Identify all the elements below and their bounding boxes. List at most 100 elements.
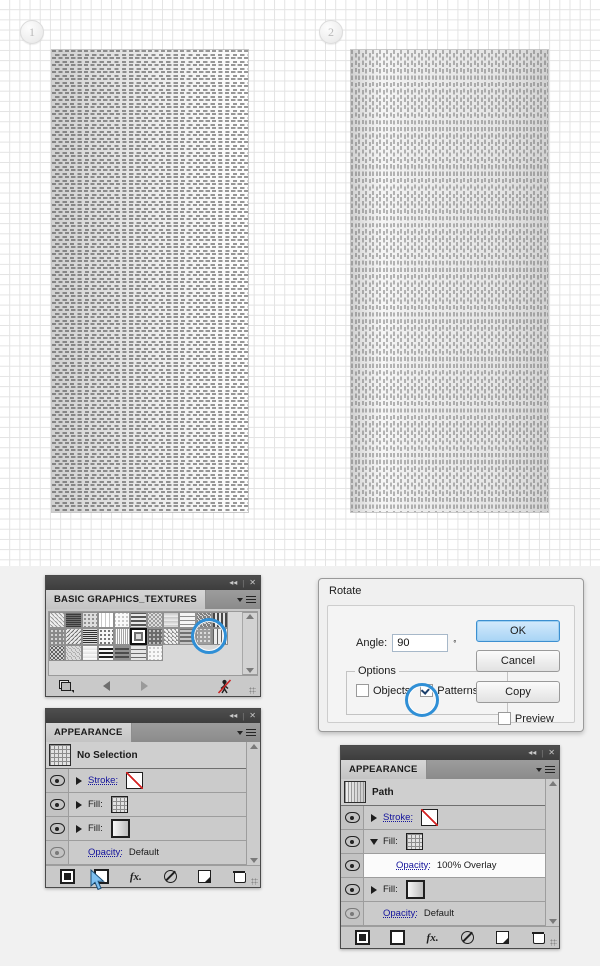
- close-icon[interactable]: ✕: [249, 712, 256, 720]
- appearance-left-titlebar[interactable]: ◂◂ | ✕: [46, 709, 260, 723]
- preview-label[interactable]: Preview: [515, 713, 554, 725]
- appearance-row[interactable]: Fill:: [46, 817, 246, 841]
- chevron-down-icon[interactable]: [536, 767, 542, 772]
- swatch-item[interactable]: [49, 612, 66, 629]
- panel-menu-icon[interactable]: [545, 765, 555, 774]
- swatch-item[interactable]: [146, 644, 164, 661]
- tab-appearance[interactable]: APPEARANCE: [341, 760, 427, 779]
- swatch-item[interactable]: [146, 628, 164, 645]
- panel-menu-icon[interactable]: [246, 595, 256, 604]
- next-swatch-group-button[interactable]: [131, 678, 157, 694]
- swatch-grid-wrapper[interactable]: [48, 611, 258, 676]
- swatch-item[interactable]: [97, 628, 115, 645]
- visibility-toggle[interactable]: [46, 817, 69, 840]
- swatches-body[interactable]: [46, 609, 260, 696]
- swatch-item[interactable]: [81, 628, 98, 645]
- preview-checkbox[interactable]: [497, 712, 511, 725]
- disclosure-triangle[interactable]: [72, 776, 85, 785]
- swatch-item[interactable]: [97, 644, 115, 661]
- add-new-stroke-button[interactable]: [352, 930, 374, 945]
- swatch-item[interactable]: [130, 644, 147, 661]
- appearance-row-label[interactable]: Opacity:: [88, 847, 123, 858]
- swatches-panel-tabrow[interactable]: BASIC GRAPHICS_TEXTURES: [46, 590, 260, 609]
- swatch-item[interactable]: [97, 612, 115, 629]
- add-new-effect-button[interactable]: fx.: [125, 869, 147, 884]
- swatch-item[interactable]: [130, 612, 147, 629]
- visibility-toggle[interactable]: [341, 854, 364, 877]
- appearance-row-list[interactable]: Stroke: Fill: Fill: Opacity: Default: [46, 769, 246, 865]
- add-new-fill-button[interactable]: [90, 869, 112, 884]
- visibility-toggle[interactable]: [341, 830, 364, 853]
- swatch-item[interactable]: [81, 612, 98, 629]
- add-new-fill-button[interactable]: [387, 930, 409, 945]
- appearance-right-titlebar[interactable]: ◂◂ | ✕: [341, 746, 559, 760]
- swatch-item[interactable]: [49, 628, 66, 645]
- clear-appearance-button[interactable]: [457, 930, 479, 945]
- previous-swatch-group-button[interactable]: [93, 678, 119, 694]
- panel-menu-icon[interactable]: [246, 728, 256, 737]
- visibility-toggle[interactable]: [46, 793, 69, 816]
- appearance-left-body[interactable]: No Selection Stroke: Fill: Fill: Opacity: De…: [46, 742, 260, 887]
- duplicate-item-button[interactable]: [193, 869, 215, 884]
- panel-menu-area[interactable]: [131, 723, 260, 742]
- scroll-down-icon[interactable]: [246, 668, 255, 673]
- appearance-left-footer[interactable]: fx.: [46, 865, 260, 887]
- cancel-button[interactable]: Cancel: [476, 650, 560, 672]
- delete-item-button[interactable]: [527, 930, 549, 945]
- duplicate-item-button[interactable]: [492, 930, 514, 945]
- appearance-swatch-none[interactable]: [421, 809, 439, 826]
- chevron-down-icon[interactable]: [237, 730, 243, 735]
- rotate-dialog[interactable]: Rotate Angle: 90 ° Options Objects Patte…: [318, 578, 584, 732]
- disclosure-triangle[interactable]: [367, 838, 380, 845]
- visibility-toggle[interactable]: [46, 841, 69, 864]
- scroll-down-icon[interactable]: [249, 858, 258, 863]
- collapse-icon[interactable]: ◂◂: [229, 712, 237, 720]
- appearance-left-tabrow[interactable]: APPEARANCE: [46, 723, 260, 742]
- artwork-original[interactable]: [52, 50, 248, 512]
- ok-button[interactable]: OK: [476, 620, 560, 642]
- swatch-item[interactable]: [146, 612, 164, 629]
- appearance-swatch-gradient[interactable]: [405, 880, 425, 899]
- swatch-item[interactable]: [49, 644, 66, 661]
- panel-resize-grip[interactable]: [249, 687, 256, 694]
- appearance-row[interactable]: Stroke:: [341, 806, 545, 830]
- objects-checkbox[interactable]: [356, 684, 369, 697]
- disclosure-triangle[interactable]: [367, 813, 380, 822]
- chevron-down-icon[interactable]: [237, 597, 243, 602]
- swatches-panel-titlebar[interactable]: ◂◂ | ✕: [46, 576, 260, 590]
- scroll-down-icon[interactable]: [548, 919, 557, 924]
- tab-appearance[interactable]: APPEARANCE: [46, 723, 132, 742]
- swatches-footer[interactable]: [48, 676, 258, 696]
- artwork-rotated[interactable]: [351, 50, 548, 512]
- appearance-swatch-gradient[interactable]: [110, 819, 130, 838]
- disclosure-triangle[interactable]: [72, 824, 85, 833]
- appearance-row-label[interactable]: Fill:: [88, 799, 103, 810]
- artboard-canvas[interactable]: 1 2: [0, 0, 600, 566]
- add-new-effect-button[interactable]: fx.: [422, 930, 444, 945]
- add-new-stroke-button[interactable]: [56, 869, 78, 884]
- appearance-row-label[interactable]: Opacity:: [396, 860, 431, 871]
- appearance-right-body[interactable]: Path Stroke: Fill: Opacity: 100% Overlay Fil…: [341, 779, 559, 948]
- appearance-right-scrollbar[interactable]: [545, 779, 559, 926]
- swatch-item[interactable]: [65, 644, 82, 661]
- angle-field-row[interactable]: Angle: 90 °: [356, 634, 456, 652]
- appearance-row[interactable]: Opacity: Default: [341, 902, 545, 926]
- appearance-swatch-pattern-grid[interactable]: [110, 796, 128, 813]
- tab-basic-graphics-textures[interactable]: BASIC GRAPHICS_TEXTURES: [46, 590, 206, 609]
- appearance-panel-no-selection[interactable]: ◂◂ | ✕ APPEARANCE No Selection Stroke: Fi…: [45, 708, 261, 891]
- appearance-row-list[interactable]: Stroke: Fill: Opacity: 100% Overlay Fill: Opa…: [341, 806, 545, 926]
- swatch-item[interactable]: [65, 628, 82, 645]
- close-icon[interactable]: ✕: [249, 579, 256, 587]
- appearance-row-label[interactable]: Fill:: [383, 884, 398, 895]
- disclosure-triangle[interactable]: [367, 885, 380, 894]
- appearance-panel-path[interactable]: ◂◂ | ✕ APPEARANCE Path Stroke: Fill: Opaci…: [340, 745, 560, 949]
- panel-menu-area[interactable]: [426, 760, 559, 779]
- scroll-up-icon[interactable]: [246, 614, 255, 619]
- appearance-row[interactable]: Fill:: [341, 830, 545, 854]
- appearance-row[interactable]: Opacity: Default: [46, 841, 246, 865]
- disclosure-triangle[interactable]: [72, 800, 85, 809]
- swatches-panel[interactable]: ◂◂ | ✕ BASIC GRAPHICS_TEXTURES: [45, 575, 261, 697]
- appearance-left-scrollbar[interactable]: [246, 742, 260, 865]
- visibility-toggle[interactable]: [46, 769, 69, 792]
- preview-row[interactable]: Preview: [497, 712, 554, 725]
